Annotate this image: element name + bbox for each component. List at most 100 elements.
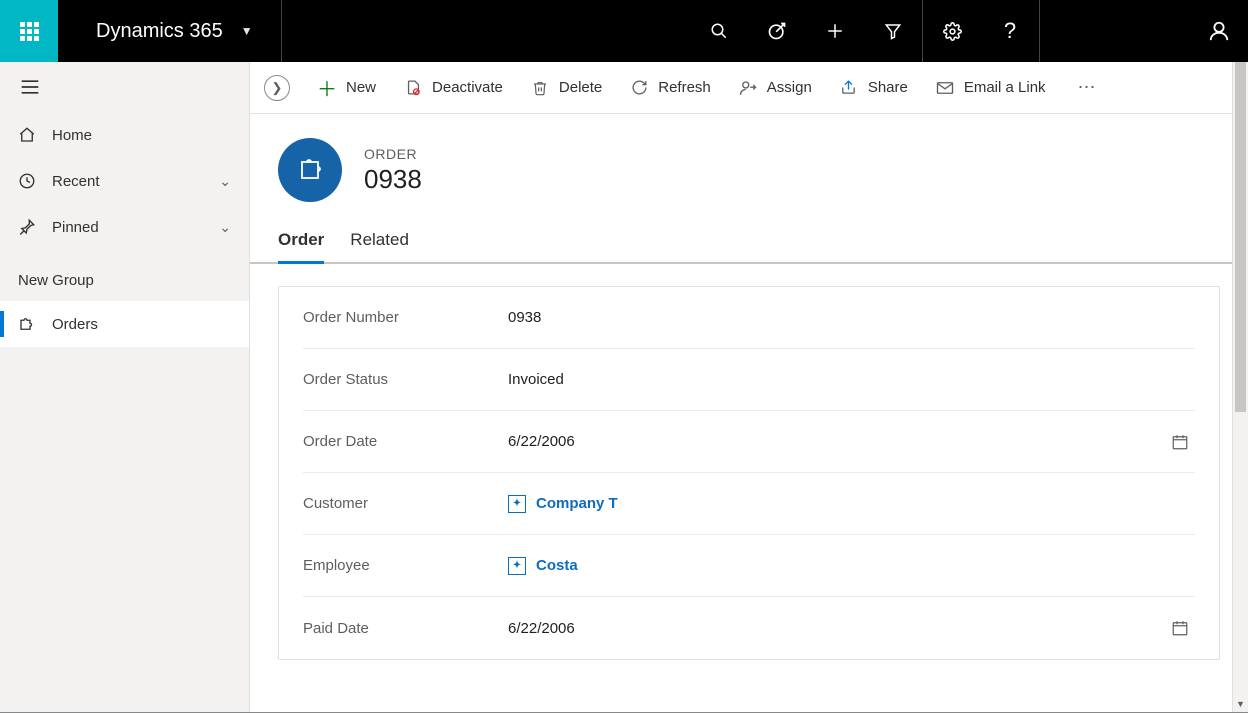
field-value: 0938 [508,309,1195,326]
deactivate-icon [404,79,422,97]
email-link-icon [936,79,954,97]
command-bar: ❯ ＋ New Deactivate Delete [250,62,1248,114]
cmd-assign-label: Assign [767,79,812,96]
nav-recent[interactable]: Recent ⌄ [0,158,249,204]
cmd-deactivate[interactable]: Deactivate [404,79,503,97]
nav-orders-label: Orders [52,316,98,333]
scroll-thumb[interactable] [1235,62,1246,412]
gear-icon [943,22,962,41]
field-paid-date[interactable]: Paid Date 6/22/2006 [303,597,1195,659]
pin-icon [18,218,36,236]
filter-icon [884,22,902,40]
help-icon: ? [1004,18,1016,44]
lookup-text: Company T [536,495,618,512]
nav-home-label: Home [52,127,92,144]
brand-label: Dynamics 365 [96,20,223,43]
chevron-down-icon: ▼ [241,24,253,38]
vertical-scrollbar[interactable]: ▲ ▼ [1232,62,1248,712]
field-order-status[interactable]: Order Status Invoiced [303,349,1195,411]
lookup-icon: ✦ [508,495,526,513]
back-button[interactable]: ❯ [264,75,290,101]
field-value: 6/22/2006 [508,433,1171,450]
field-order-date[interactable]: Order Date 6/22/2006 [303,411,1195,473]
cmd-deactivate-label: Deactivate [432,79,503,96]
cmd-share[interactable]: Share [840,79,908,97]
cmd-email-link-label: Email a Link [964,79,1046,96]
clock-icon [18,172,36,190]
cmd-new-label: New [346,79,376,96]
plus-icon: ＋ [318,79,336,97]
left-nav: Home Recent ⌄ Pinned ⌄ New Group Orders [0,62,250,712]
puzzle-icon [298,158,322,182]
nav-orders[interactable]: Orders [0,301,249,347]
cmd-delete[interactable]: Delete [531,79,602,97]
target-icon [767,21,787,41]
nav-home[interactable]: Home [0,112,249,158]
lookup-icon: ✦ [508,557,526,575]
tab-related[interactable]: Related [350,220,409,262]
field-label: Customer [303,495,508,512]
cmd-overflow[interactable]: ⋯ [1078,77,1098,98]
lookup-text: Costa [536,557,578,574]
field-employee[interactable]: Employee ✦ Costa [303,535,1195,597]
brand-switcher[interactable]: Dynamics 365 ▼ [58,0,282,62]
home-icon [18,126,36,144]
tab-order-label: Order [278,230,324,249]
share-icon [840,79,858,97]
form-tabs: Order Related [250,220,1248,264]
person-icon [1208,20,1230,42]
field-label: Order Number [303,309,508,326]
scroll-down-icon: ▼ [1233,696,1248,712]
form-section: Order Number 0938 Order Status Invoiced … [278,286,1220,660]
field-label: Order Date [303,433,508,450]
cmd-new[interactable]: ＋ New [318,79,376,97]
cmd-refresh-label: Refresh [658,79,711,96]
trash-icon [531,79,549,97]
nav-group-heading: New Group [0,250,249,301]
lookup-value[interactable]: ✦ Company T [508,495,1195,513]
field-value: Invoiced [508,371,1195,388]
field-label: Paid Date [303,620,508,637]
nav-recent-label: Recent [52,173,100,190]
cmd-delete-label: Delete [559,79,602,96]
record-entity-label: ORDER [364,146,422,162]
account-button[interactable] [1190,0,1248,62]
help-button[interactable]: ? [981,0,1039,62]
field-customer[interactable]: Customer ✦ Company T [303,473,1195,535]
cmd-share-label: Share [868,79,908,96]
tab-order[interactable]: Order [278,220,324,262]
chevron-down-icon: ⌄ [219,173,231,190]
cmd-assign[interactable]: Assign [739,79,812,97]
hamburger-icon [20,79,40,95]
lookup-value[interactable]: ✦ Costa [508,557,1195,575]
nav-pinned-label: Pinned [52,219,99,236]
tab-related-label: Related [350,230,409,249]
global-topbar: Dynamics 365 ▼ ? [0,0,1248,62]
cmd-refresh[interactable]: Refresh [630,79,711,97]
record-entity-icon [278,138,342,202]
chevron-right-icon: ❯ [272,80,283,96]
chevron-down-icon: ⌄ [219,219,231,236]
main-content: ❯ ＋ New Deactivate Delete [250,62,1248,712]
app-launcher-button[interactable] [0,0,58,62]
puzzle-icon [18,315,36,333]
calendar-icon[interactable] [1171,433,1195,451]
record-header: ORDER 0938 [250,114,1248,220]
calendar-icon[interactable] [1171,619,1195,637]
record-name: 0938 [364,164,422,195]
quick-create-button[interactable] [806,0,864,62]
plus-icon [826,22,844,40]
nav-toggle-button[interactable] [0,62,249,112]
cmd-email-link[interactable]: Email a Link [936,79,1046,97]
field-label: Order Status [303,371,508,388]
assign-icon [739,79,757,97]
advanced-find-button[interactable] [864,0,922,62]
waffle-icon [20,22,39,41]
nav-pinned[interactable]: Pinned ⌄ [0,204,249,250]
field-value: 6/22/2006 [508,620,1171,637]
settings-button[interactable] [923,0,981,62]
field-order-number[interactable]: Order Number 0938 [303,287,1195,349]
search-button[interactable] [690,0,748,62]
refresh-icon [630,79,648,97]
task-button[interactable] [748,0,806,62]
